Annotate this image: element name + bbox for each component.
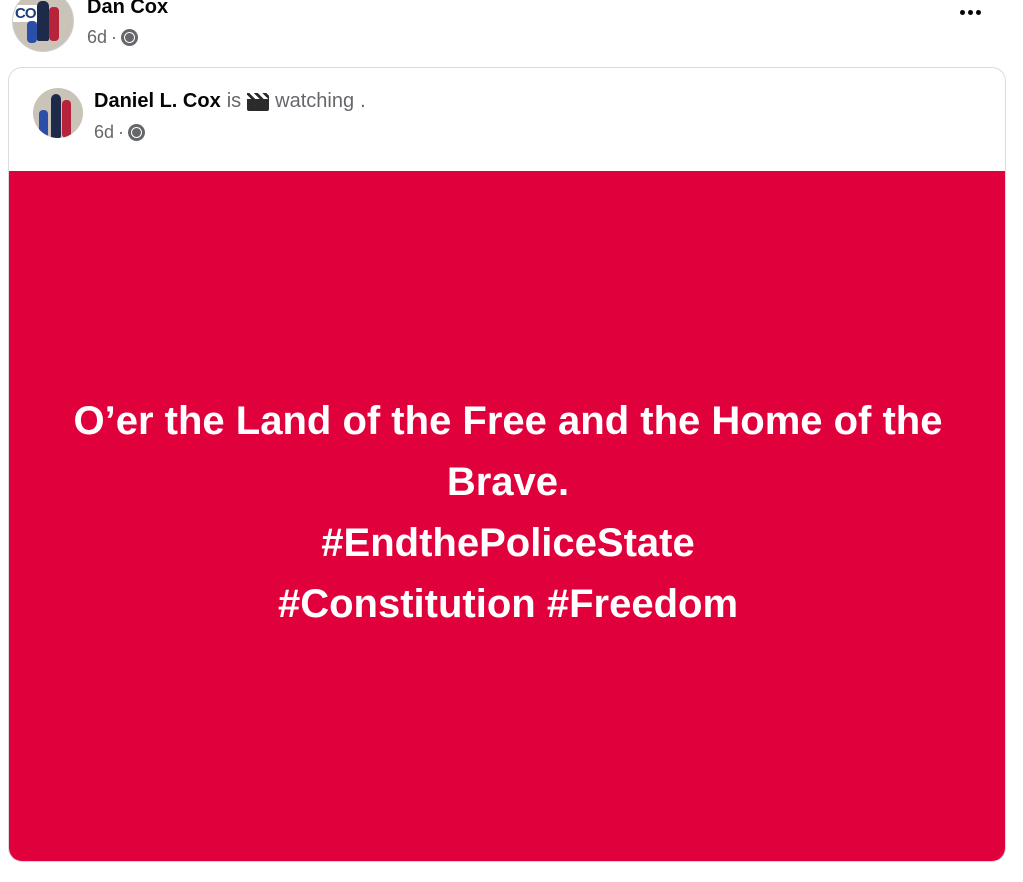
more-options-button[interactable]	[956, 6, 985, 19]
shared-post-meta: 6d ·	[94, 122, 146, 143]
shared-post-headline: Daniel L. Cox is watching .	[94, 90, 366, 113]
status-line: O’er the Land of the Free and the Home o…	[73, 399, 943, 504]
post-header: CO Dan Cox 6d ·	[0, 0, 1023, 60]
status-text: O’er the Land of the Free and the Home o…	[58, 391, 958, 635]
more-options-icon	[960, 10, 965, 15]
avatar-logo: CO	[13, 5, 38, 22]
shared-meta-separator: ·	[118, 122, 125, 142]
globe-icon[interactable]	[121, 29, 139, 46]
hashtag-end-the-police-state[interactable]: #EndthePoliceState	[58, 513, 958, 574]
shared-activity: watching	[275, 90, 355, 112]
shared-verb: is	[226, 90, 242, 112]
status-background-panel[interactable]: O’er the Land of the Free and the Home o…	[9, 171, 1005, 861]
shared-author-name[interactable]: Daniel L. Cox	[94, 90, 221, 113]
post-time[interactable]: 6d	[87, 27, 107, 48]
clapperboard-icon	[247, 92, 270, 111]
avatar[interactable]: CO	[12, 0, 74, 52]
shared-period: .	[360, 90, 366, 112]
shared-post-time[interactable]: 6d	[94, 122, 114, 143]
shared-post-card[interactable]: Daniel L. Cox is watching . 6d · O’er th…	[8, 67, 1006, 862]
globe-icon[interactable]	[128, 124, 146, 141]
post-meta: 6d ·	[87, 27, 139, 48]
shared-avatar[interactable]	[33, 88, 83, 138]
meta-separator: ·	[111, 27, 118, 47]
hashtags-constitution-freedom[interactable]: #Constitution #Freedom	[58, 574, 958, 635]
author-name[interactable]: Dan Cox	[87, 0, 168, 19]
